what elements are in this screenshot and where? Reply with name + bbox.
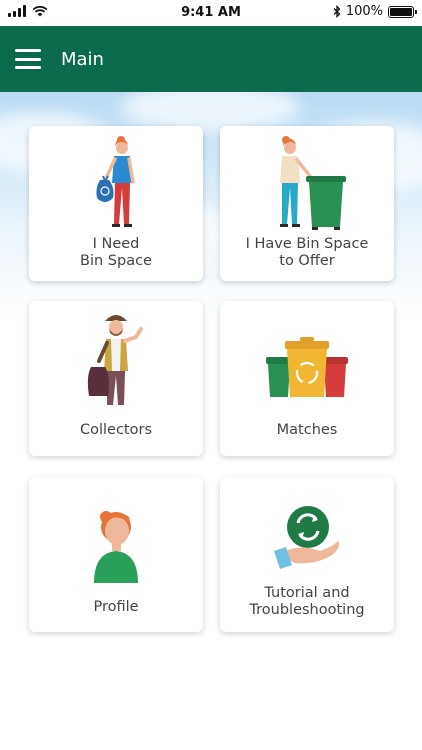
card-label-line1: I Have Bin Space	[245, 236, 369, 252]
profile-avatar-icon	[94, 511, 138, 583]
card-label-line1: Profile	[93, 599, 139, 615]
card-need-bin-space[interactable]: I Need Bin Space	[29, 126, 203, 281]
card-label-line1: Collectors	[79, 422, 153, 438]
card-label-line2: Troubleshooting	[249, 602, 365, 618]
card-label-line1: Matches	[276, 422, 338, 438]
card-tutorial[interactable]: Tutorial and Troubleshooting	[220, 477, 394, 632]
recycling-bins-icon	[266, 337, 348, 397]
card-label-line1: Tutorial and	[264, 585, 350, 601]
card-label-line1: I Need	[92, 236, 140, 252]
card-label-line2: Bin Space	[80, 253, 152, 269]
woman-with-trash-bag-icon	[96, 136, 135, 227]
recycle-hand-icon	[274, 506, 340, 569]
card-profile[interactable]: Profile	[29, 477, 203, 632]
woman-with-green-bin-icon	[280, 136, 346, 230]
card-label-line2: to Offer	[279, 253, 335, 269]
card-offer-bin-space[interactable]: I Have Bin Space to Offer	[220, 126, 394, 281]
menu-grid: I Need Bin Space I Have Bin Space to Off…	[0, 0, 422, 750]
card-matches[interactable]: Matches	[220, 301, 394, 456]
collector-man-icon	[87, 315, 143, 405]
card-collectors[interactable]: Collectors	[29, 301, 203, 456]
